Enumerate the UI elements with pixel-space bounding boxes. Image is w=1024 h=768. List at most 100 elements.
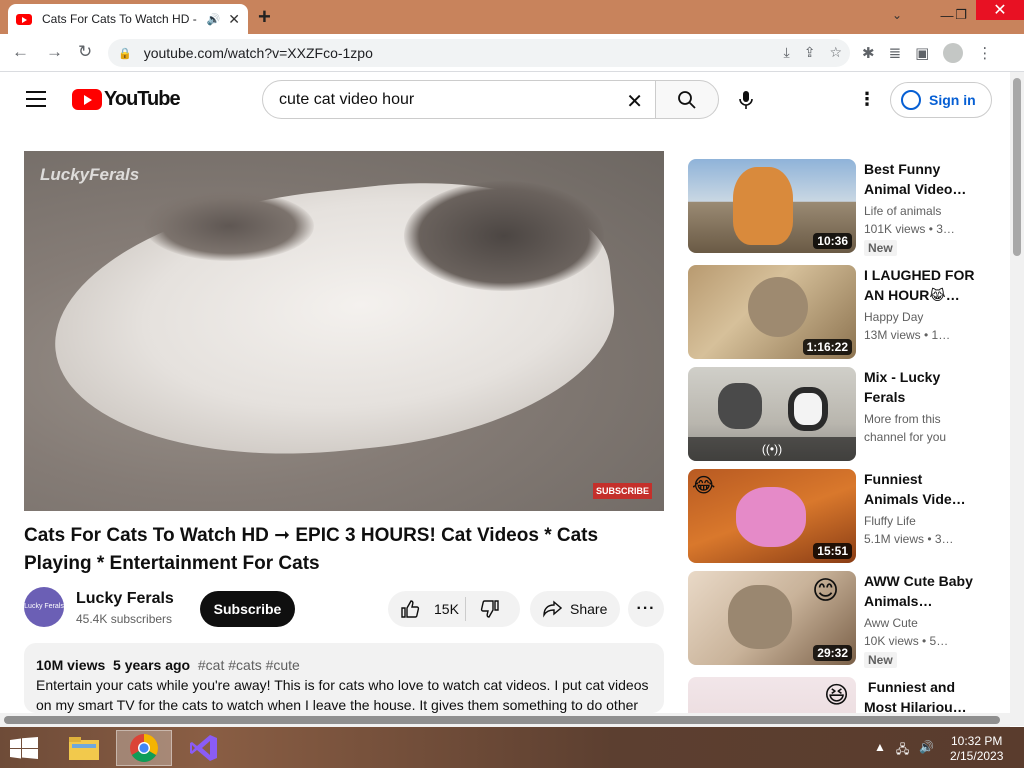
recommendation-item[interactable]: ((•)) Mix - Lucky Ferals More from this … — [688, 367, 988, 463]
recommendation-item[interactable]: 😆 󠁿 Funniest and Most Hilariou… — [688, 677, 988, 713]
youtube-logo[interactable]: YouTube — [72, 88, 181, 111]
rec-meta: 13M views • 1… — [864, 328, 951, 342]
dislike-button[interactable] — [466, 599, 500, 619]
address-bar[interactable]: 🔒 youtube.com/watch?v=XXZFco-1zpo ⤓ ⇪ ☆ — [108, 39, 850, 67]
profile-avatar[interactable] — [943, 43, 964, 63]
new-tab-button[interactable]: + — [258, 4, 271, 30]
horizontal-scrollbar[interactable] — [0, 713, 1010, 727]
search-button[interactable] — [655, 80, 719, 119]
new-badge: New — [864, 240, 897, 256]
like-count: 15K — [434, 601, 459, 617]
subscribe-watermark-button[interactable]: SUBSCRIBE — [592, 483, 652, 499]
video-thumbnail[interactable]: 😊 29:32 — [688, 571, 856, 665]
browser-titlebar: Cats For Cats To Watch HD - 🔊 ✕ + ⌄ — ❐ … — [0, 0, 1024, 34]
folder-icon — [69, 737, 99, 760]
rec-title[interactable]: Funniest Animals Vide… — [864, 469, 976, 509]
clear-search-icon[interactable]: ✕ — [626, 89, 643, 114]
volume-icon[interactable]: 🔊 — [919, 740, 934, 761]
video-thumbnail[interactable]: 1:16:22 — [688, 265, 856, 359]
video-player[interactable]: LuckyFerals SUBSCRIBE — [24, 151, 664, 511]
upload-age: 5 years ago — [113, 657, 191, 673]
hashtags[interactable]: #cat #cats #cute — [198, 657, 300, 673]
forward-icon[interactable]: → — [46, 42, 63, 62]
speaker-icon[interactable]: 🔊 — [207, 13, 221, 26]
tab-search-chevron-icon[interactable]: ⌄ — [892, 8, 902, 22]
search-query[interactable]: cute cat video hour — [279, 91, 414, 109]
rec-title[interactable]: AWW Cute Baby Animals… — [864, 571, 976, 611]
windows-taskbar: ▲ 🖧 🔊 10:32 PM 2/15/2023 — [0, 727, 1024, 768]
extensions-icon[interactable]: ✱ — [862, 44, 875, 62]
video-thumbnail[interactable]: 10:36 — [688, 159, 856, 253]
start-button[interactable] — [10, 737, 38, 764]
video-duration: 15:51 — [813, 543, 852, 559]
channel-name[interactable]: Lucky Ferals — [76, 590, 174, 608]
search-icon — [678, 90, 696, 109]
video-thumbnail[interactable]: ((•)) — [688, 367, 856, 461]
browser-tab[interactable]: Cats For Cats To Watch HD - 🔊 ✕ — [8, 4, 248, 34]
scroll-thumb[interactable] — [1013, 78, 1021, 256]
search-input[interactable]: cute cat video hour ✕ — [262, 80, 656, 119]
subscribe-button[interactable]: Subscribe — [200, 591, 295, 627]
rec-channel[interactable]: Fluffy Life — [864, 514, 976, 528]
menu-icon[interactable] — [26, 91, 46, 112]
more-actions-button[interactable]: ··· — [628, 591, 664, 627]
recommendation-item[interactable]: 😂 15:51 Funniest Animals Vide… Fluffy Li… — [688, 469, 988, 565]
rec-channel[interactable]: Happy Day — [864, 310, 976, 324]
network-icon[interactable]: 🖧 — [896, 740, 909, 761]
taskbar-clock[interactable]: 10:32 PM 2/15/2023 — [950, 734, 1003, 764]
voice-search-button[interactable] — [738, 90, 754, 115]
video-duration: 10:36 — [813, 233, 852, 249]
recommendation-item[interactable]: 10:36 Best Funny Animal Video… Life of a… — [688, 159, 988, 256]
like-button[interactable]: 15K — [388, 597, 466, 621]
bookmark-star-icon[interactable]: ☆ — [829, 44, 842, 61]
video-duration: 1:16:22 — [802, 339, 852, 355]
description-box[interactable]: 10M views 5 years ago #cat #cats #cute E… — [24, 643, 664, 713]
chrome-icon — [130, 734, 158, 762]
channel-watermark: LuckyFerals — [40, 165, 140, 184]
user-icon — [901, 90, 921, 110]
recommendation-item[interactable]: 😊 29:32 AWW Cute Baby Animals… Aww Cute … — [688, 571, 988, 668]
thumbs-down-icon — [480, 600, 499, 618]
rec-channel[interactable]: Aww Cute — [864, 616, 976, 630]
recommendation-item[interactable]: 1:16:22 I LAUGHED FOR AN HOUR😹… Happy Da… — [688, 265, 988, 361]
rec-title[interactable]: 󠁿 Funniest and Most Hilariou… — [864, 677, 976, 713]
reload-icon[interactable]: ↻ — [78, 42, 92, 62]
rec-title[interactable]: Best Funny Animal Video… — [864, 159, 976, 199]
thumbs-up-icon — [401, 600, 420, 618]
file-explorer-taskbar-button[interactable] — [56, 730, 112, 766]
share-button[interactable]: Share — [530, 591, 620, 627]
rec-title[interactable]: I LAUGHED FOR AN HOUR😹… — [864, 265, 976, 305]
rec-meta: channel for you — [864, 430, 947, 444]
rec-channel[interactable]: More from this — [864, 412, 976, 426]
video-thumbnail[interactable]: 😆 — [688, 677, 856, 713]
rec-channel[interactable]: Life of animals — [864, 204, 976, 218]
video-duration: 29:32 — [813, 645, 852, 661]
video-title: Cats For Cats To Watch HD ➞ EPIC 3 HOURS… — [24, 525, 599, 574]
vertical-scrollbar[interactable] — [1010, 72, 1024, 726]
share-arrow-icon — [543, 600, 562, 618]
visual-studio-taskbar-button[interactable] — [176, 730, 232, 766]
lock-icon[interactable]: 🔒 — [118, 47, 132, 60]
restore-button[interactable]: ❐ — [944, 0, 978, 30]
close-window-button[interactable]: ✕ — [976, 0, 1024, 20]
settings-menu-icon[interactable]: ⋮ — [858, 89, 876, 110]
install-app-icon[interactable]: ⤓ — [784, 44, 790, 61]
url-text[interactable]: youtube.com/watch?v=XXZFco-1zpo — [144, 45, 373, 61]
back-icon[interactable]: ← — [12, 42, 29, 62]
channel-avatar[interactable]: Lucky Ferals — [24, 587, 64, 627]
chrome-menu-icon[interactable]: ⋮ — [977, 44, 992, 62]
side-panel-icon[interactable]: ▣ — [915, 44, 929, 62]
media-control-icon[interactable]: ≣ — [889, 44, 902, 62]
rec-title[interactable]: Mix - Lucky Ferals — [864, 367, 976, 407]
clock-time: 10:32 PM — [951, 734, 1003, 748]
video-thumbnail[interactable]: 😂 15:51 — [688, 469, 856, 563]
scroll-thumb[interactable] — [4, 716, 1000, 724]
avatar-text: Lucky Ferals — [24, 603, 64, 610]
chrome-taskbar-button[interactable] — [116, 730, 172, 766]
show-hidden-icons-icon[interactable]: ▲ — [874, 740, 886, 761]
close-tab-icon[interactable]: ✕ — [228, 11, 240, 28]
share-page-icon[interactable]: ⇪ — [804, 44, 816, 61]
sign-in-button[interactable]: Sign in — [890, 82, 992, 118]
rec-meta: 101K views • 3… — [864, 222, 955, 236]
mix-bar: ((•)) — [688, 437, 856, 461]
